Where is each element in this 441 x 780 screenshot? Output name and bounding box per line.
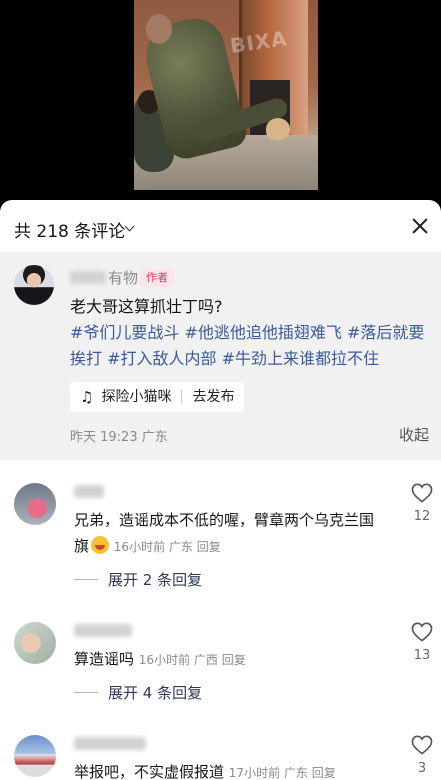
video-frame[interactable]: BIXA	[134, 0, 318, 190]
expand-replies-label[interactable]: 展开 2 条回复	[108, 569, 202, 590]
list-item: 举报吧，不实虚假报道 17小时前 广东 回复 3	[0, 735, 441, 780]
comment-text: 兄弟，造谣成本不低的喔，臂章两个乌克兰国旗 16小时前 广东 回复	[74, 507, 386, 560]
comment-count[interactable]: 共 218 条评论	[14, 217, 125, 242]
music-chip[interactable]: ♫ 探险小猫咪 去发布	[70, 382, 245, 412]
video-dog	[266, 118, 290, 140]
like-count: 12	[413, 509, 431, 524]
author-badge: 作者	[140, 269, 174, 287]
pinned-author-comment: 有物 作者 老大哥这算抓壮丁吗? #爷们儿要战斗 #他逃他追他插翅难飞 #落后就…	[0, 252, 441, 460]
comment-text: 算造谣吗 16小时前 广西 回复	[74, 646, 386, 673]
comment-header: 共 218 条评论	[0, 200, 441, 252]
divider	[74, 579, 98, 580]
comment-body: 算造谣吗	[74, 650, 135, 668]
username[interactable]: 有物	[108, 267, 138, 288]
username-blurred[interactable]	[74, 737, 146, 750]
comment-time-location: 昨天 19:23 广东	[70, 430, 168, 445]
expand-replies-button[interactable]: 展开 2 条回复	[74, 569, 202, 590]
avatar[interactable]	[14, 622, 56, 664]
list-item: 算造谣吗 16小时前 广西 回复 13 展开 4 条回复	[0, 622, 441, 722]
chevron-down-icon[interactable]	[124, 221, 135, 232]
heart-icon[interactable]	[411, 735, 433, 755]
hashtags[interactable]: #爷们儿要战斗 #他逃他追他插翅难飞 #落后就要挨打 #打入敌人内部 #牛劲上来…	[70, 323, 424, 368]
heart-icon[interactable]	[411, 483, 433, 503]
grin-emoji-icon	[91, 536, 110, 554]
username-blurred[interactable]	[74, 624, 132, 637]
collapse-button[interactable]: 收起	[399, 424, 429, 445]
like-count: 13	[413, 648, 431, 663]
comment-meta[interactable]: 17小时前 广东 回复	[229, 766, 336, 780]
comment-text: 老大哥这算抓壮丁吗? #爷们儿要战斗 #他逃他追他插翅难飞 #落后就要挨打 #打…	[70, 294, 432, 372]
comment-sheet: 共 218 条评论 有物 作者 老大哥这算抓壮丁吗? #爷们儿要战斗 #他逃他追…	[0, 200, 441, 780]
video-player[interactable]: BIXA	[0, 0, 441, 200]
comment-meta[interactable]: 16小时前 广东 回复	[114, 540, 221, 554]
username-blurred[interactable]	[70, 271, 106, 284]
comment-text: 举报吧，不实虚假报道 17小时前 广东 回复	[74, 759, 386, 780]
list-item: 兄弟，造谣成本不低的喔，臂章两个乌克兰国旗 16小时前 广东 回复 12 展开 …	[0, 483, 441, 595]
close-icon[interactable]	[411, 217, 429, 235]
expand-replies-label[interactable]: 展开 4 条回复	[108, 682, 202, 703]
music-publish-link[interactable]: 去发布	[192, 382, 234, 412]
comment-meta[interactable]: 16小时前 广西 回复	[139, 653, 246, 667]
divider	[181, 390, 183, 404]
comment-body: 老大哥这算抓壮丁吗?	[70, 297, 223, 316]
expand-replies-button[interactable]: 展开 4 条回复	[74, 682, 202, 703]
comment-body: 举报吧，不实虚假报道	[74, 763, 225, 780]
video-soldier-head	[146, 14, 172, 44]
avatar[interactable]	[14, 483, 56, 525]
avatar[interactable]	[14, 265, 54, 305]
avatar[interactable]	[14, 735, 56, 777]
like-count: 3	[417, 761, 427, 776]
divider	[74, 692, 98, 693]
music-note-icon: ♫	[80, 388, 94, 406]
heart-icon[interactable]	[411, 622, 433, 642]
username-blurred[interactable]	[74, 485, 104, 498]
music-title[interactable]: 探险小猫咪	[101, 382, 171, 412]
